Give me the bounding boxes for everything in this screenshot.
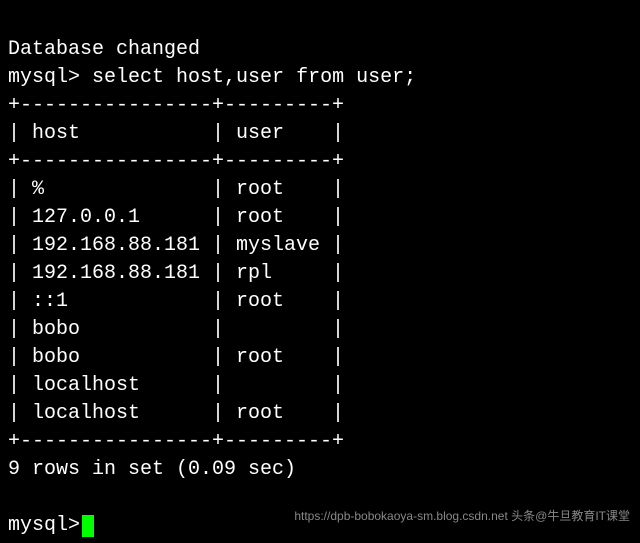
status-line: Database changed [8, 38, 200, 61]
watermark-url: https://dpb-bobokaoya-sm.blog.csdn.net [294, 509, 507, 523]
table-row: | % | root | [8, 178, 344, 201]
watermark-brand: 头条@牛旦教育IT课堂 [511, 509, 630, 523]
table-row: | ::1 | root | [8, 290, 344, 313]
prompt: mysql> [8, 512, 80, 540]
table-row: | 127.0.0.1 | root | [8, 206, 344, 229]
table-border: +----------------+---------+ [8, 94, 344, 117]
table-border: +----------------+---------+ [8, 150, 344, 173]
table-row: | 192.168.88.181 | myslave | [8, 234, 344, 257]
table-row: | localhost | | [8, 374, 344, 397]
query-text: select host,user from user; [92, 66, 416, 89]
table-header: | host | user | [8, 122, 344, 145]
table-row: | 192.168.88.181 | rpl | [8, 262, 344, 285]
prompt: mysql> [8, 66, 80, 89]
result-summary: 9 rows in set (0.09 sec) [8, 458, 296, 481]
terminal-output: Database changed mysql> select host,user… [8, 8, 632, 540]
table-row: | bobo | root | [8, 346, 344, 369]
cursor[interactable] [82, 515, 94, 537]
table-border: +----------------+---------+ [8, 430, 344, 453]
table-row: | localhost | root | [8, 402, 344, 425]
table-row: | bobo | | [8, 318, 344, 341]
watermark: https://dpb-bobokaoya-sm.blog.csdn.net 头… [294, 508, 630, 525]
